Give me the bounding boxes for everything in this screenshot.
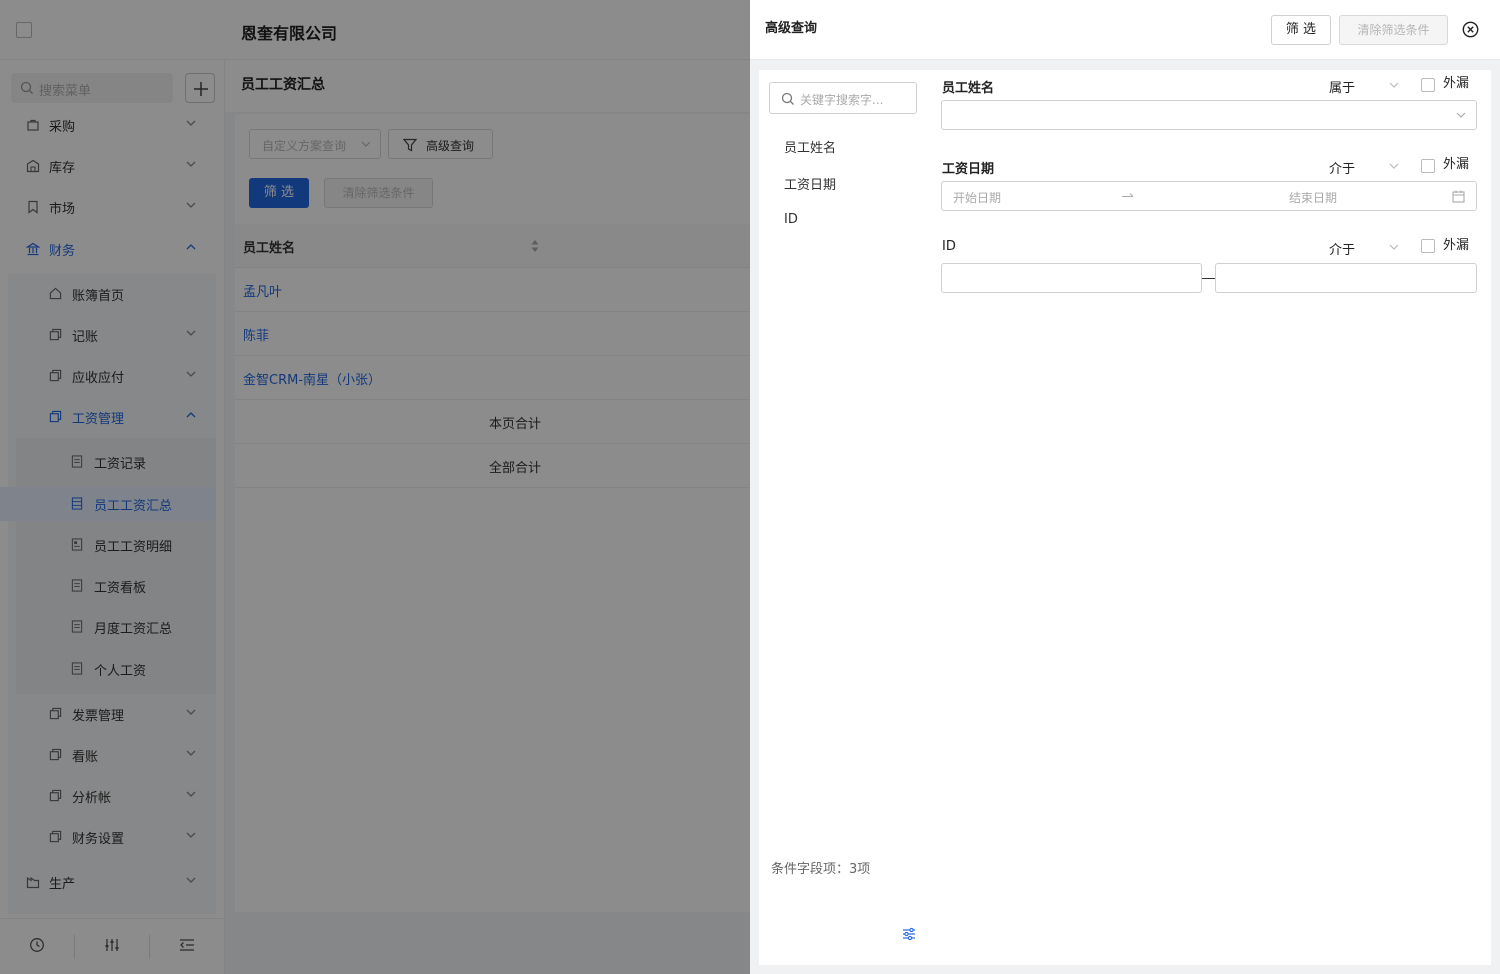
id-min-input[interactable] [941, 263, 1202, 293]
drawer-header: 高级查询 筛 选 清除筛选条件 [750, 0, 1500, 60]
field-list-item[interactable]: ID [784, 212, 798, 227]
calendar-icon [1452, 190, 1465, 203]
field-search-placeholder: 关键字搜索字... [800, 93, 884, 107]
condition-label: 工资日期 [942, 162, 995, 177]
date-range-picker[interactable]: 开始日期 结束日期 [941, 181, 1477, 211]
exclude-label: 外漏 [1443, 157, 1470, 172]
chevron-down-icon[interactable] [1389, 163, 1399, 169]
exclude-label: 外漏 [1443, 76, 1470, 91]
id-max-input[interactable] [1215, 263, 1477, 293]
start-date-placeholder[interactable]: 开始日期 [953, 189, 1001, 206]
condition-label: ID [942, 239, 956, 254]
field-list-item[interactable]: 员工姓名 [784, 137, 836, 156]
field-search-input[interactable]: 关键字搜索字... [769, 82, 917, 114]
exclude-label: 外漏 [1443, 238, 1470, 253]
drawer-filter-button[interactable]: 筛 选 [1271, 15, 1331, 45]
arrow-right-icon [1122, 192, 1134, 200]
advanced-query-drawer: 高级查询 筛 选 清除筛选条件 关键字搜索字... 员工姓名 工资日期 ID 员… [750, 0, 1500, 974]
exclude-checkbox[interactable] [1421, 239, 1435, 253]
chevron-down-icon[interactable] [1389, 82, 1399, 88]
search-icon [781, 92, 795, 106]
chevron-down-icon [1456, 112, 1466, 118]
exclude-checkbox[interactable] [1421, 78, 1435, 92]
field-settings-icon[interactable] [902, 927, 916, 941]
condition-count: 条件字段项：3项 [771, 862, 871, 877]
operator-select[interactable]: 介于 [1329, 158, 1355, 177]
employee-name-select[interactable] [941, 100, 1477, 130]
drawer-body: 关键字搜索字... 员工姓名 工资日期 ID 员工姓名 属于 外漏 工资日期 介… [759, 70, 1491, 965]
operator-select[interactable]: 介于 [1329, 239, 1355, 258]
range-separator [1202, 278, 1215, 279]
exclude-checkbox[interactable] [1421, 159, 1435, 173]
drawer-title: 高级查询 [765, 21, 818, 36]
chevron-down-icon[interactable] [1389, 244, 1399, 250]
drawer-clear-button[interactable]: 清除筛选条件 [1339, 15, 1448, 45]
field-list-item[interactable]: 工资日期 [784, 174, 836, 193]
end-date-placeholder[interactable]: 结束日期 [1289, 189, 1337, 206]
operator-select[interactable]: 属于 [1329, 77, 1355, 96]
close-circle-icon[interactable] [1462, 21, 1479, 38]
condition-label: 员工姓名 [942, 81, 995, 96]
